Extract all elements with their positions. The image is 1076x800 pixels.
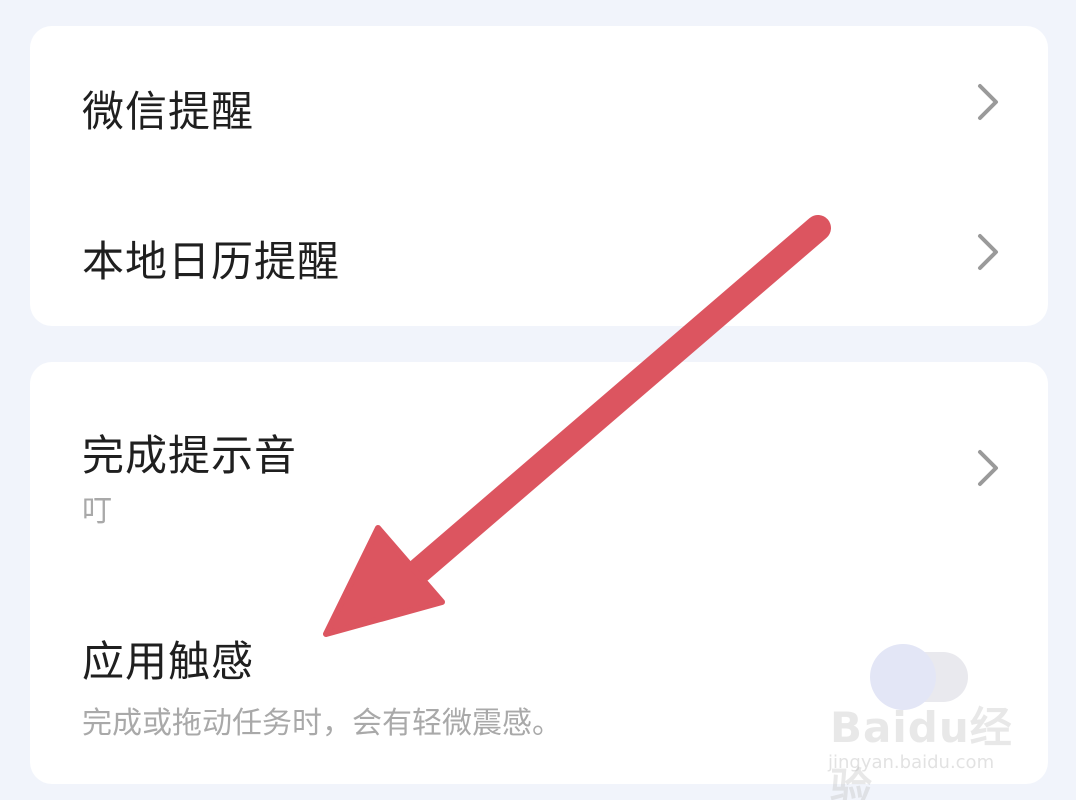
sound-haptics-card: 完成提示音 叮 应用触感 完成或拖动任务时，会有轻微震感。 [30,362,1048,784]
chevron-right-icon [974,82,1002,122]
completion-sound-row[interactable]: 完成提示音 叮 [30,362,1048,572]
wechat-reminder-row[interactable]: 微信提醒 [30,26,1048,176]
chevron-right-icon [974,232,1002,272]
local-calendar-reminder-row[interactable]: 本地日历提醒 [30,176,1048,326]
settings-screen: 微信提醒 本地日历提醒 完成提示音 叮 应用触感 完成或拖动任务时，会有轻微震感… [0,0,1076,800]
haptics-description: 完成或拖动任务时，会有轻微震感。 [82,706,562,741]
completion-sound-label: 完成提示音 [82,431,298,480]
toggle-knob [870,644,936,710]
completion-sound-value: 叮 [82,494,112,529]
chevron-right-icon [974,448,1002,488]
haptics-toggle[interactable] [870,644,968,710]
local-calendar-reminder-label: 本地日历提醒 [82,237,341,286]
haptics-label: 应用触感 [82,637,255,686]
wechat-reminder-label: 微信提醒 [82,87,255,136]
reminders-card: 微信提醒 本地日历提醒 [30,26,1048,326]
